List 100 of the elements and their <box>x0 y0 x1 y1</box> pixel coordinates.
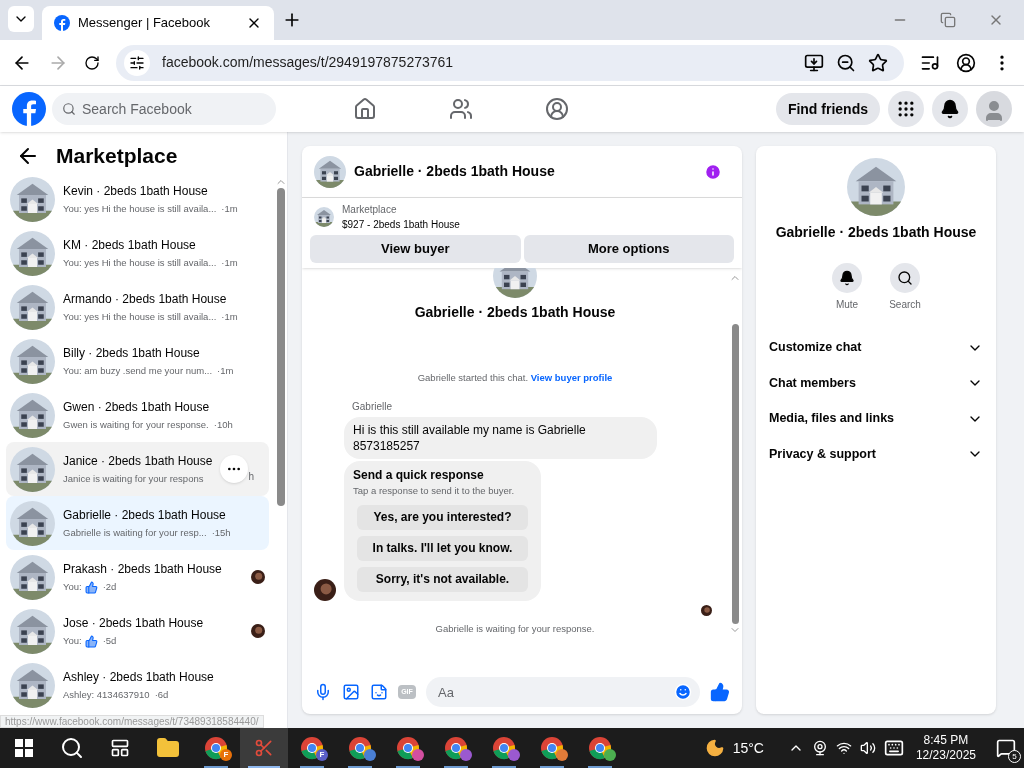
conversation-item[interactable]: Billy · 2beds 1bath House You: am buzy .send me your num... ·1m <box>6 334 269 388</box>
profile-badge: F <box>316 749 328 761</box>
quick-response-button[interactable]: Yes, are you interested? <box>357 504 528 530</box>
friends-icon[interactable] <box>448 97 473 121</box>
conversation-item[interactable]: Prakash · 2beds 1bath House You: ·2d <box>6 550 269 604</box>
conversation-item[interactable]: Gwen · 2beds 1bath House Gwen is waiting for your response. ·10h <box>6 388 269 442</box>
listing-action-button[interactable]: View buyer <box>310 235 521 263</box>
conversation-item[interactable]: Jose · 2beds 1bath House You: ·5d <box>6 604 269 658</box>
quick-response-button[interactable]: In talks. I'll let you know. <box>357 535 528 561</box>
notifications-button[interactable]: 5 <box>988 728 1024 768</box>
task-view-icon <box>110 738 130 758</box>
zoom-icon[interactable] <box>836 52 856 73</box>
weather-text: 15°C <box>732 738 764 758</box>
browser-icon <box>300 736 324 760</box>
message-preview: Ashley: 4134637910 <box>63 687 150 702</box>
conversation-item[interactable]: Ashley · 2beds 1bath House Ashley: 4134637910 ·6d <box>6 658 269 712</box>
camera-icon[interactable] <box>811 740 828 756</box>
quick-response-subtitle: Tap a response to send it to the buyer. <box>353 484 516 499</box>
conversation-item[interactable]: Armando · 2beds 1bath House You: yes Hi the house is still availa... ·1m <box>6 280 269 334</box>
profile-icon[interactable] <box>956 52 976 73</box>
listing-label: Marketplace <box>342 203 398 217</box>
bell-icon <box>940 99 960 119</box>
url-text: facebook.com/messages/t/2949197875273761 <box>162 53 455 72</box>
avatar-icon <box>701 604 712 616</box>
site-settings-button[interactable] <box>124 49 150 76</box>
menu-button[interactable] <box>888 91 924 127</box>
facebook-logo-icon[interactable] <box>54 15 70 31</box>
message-bubble: Hi is this still available my name is Gabrielle 8573185257 <box>344 417 657 460</box>
install-icon[interactable] <box>804 52 824 73</box>
link-preview-tooltip: https://www.facebook.com/messages/t/73489318584440/ <box>0 715 264 728</box>
listing-title: $927 - 2beds 1bath House <box>342 218 460 232</box>
listing-action-button[interactable]: More options <box>523 235 734 263</box>
conversation-name: Gwen · 2beds 1bath House <box>63 398 211 416</box>
address-bar[interactable]: facebook.com/messages/t/2949197875273761 <box>116 44 904 81</box>
details-section[interactable]: Chat members <box>769 365 983 401</box>
notifications-button[interactable] <box>932 91 968 127</box>
message-time: ·1m <box>221 201 238 216</box>
restore-icon[interactable] <box>940 12 956 28</box>
conversation-name: Jose · 2beds 1bath House <box>63 614 204 632</box>
network-icon[interactable] <box>835 740 852 756</box>
reload-icon[interactable] <box>84 54 100 71</box>
search-field[interactable]: Search Facebook <box>52 93 276 125</box>
home-icon[interactable] <box>352 97 377 121</box>
avatar-icon <box>251 570 265 584</box>
chat-title: Gabrielle · 2beds 1bath House <box>354 162 556 181</box>
weather-icon <box>704 738 725 758</box>
details-section[interactable]: Media, files and links <box>769 401 983 437</box>
search-icon <box>60 736 84 760</box>
conversation-name: Billy · 2beds 1bath House <box>63 344 201 362</box>
message-preview: Gwen is waiting for your response. <box>63 417 209 432</box>
sender-name: Gabrielle <box>352 400 394 415</box>
message-preview: You: yes Hi the house is still availa... <box>63 255 217 270</box>
taskbar-app-button[interactable] <box>240 728 288 768</box>
like-icon <box>84 634 98 648</box>
keyboard-icon[interactable] <box>883 738 904 758</box>
message-preview: You: am buzy .send me your num... <box>63 363 213 378</box>
conversation-item[interactable]: KM · 2beds 1bath House You: yes Hi the house is still availa... ·1m <box>6 226 269 280</box>
message-input[interactable]: Aa <box>426 677 700 707</box>
message-preview: Gabrielle is waiting for your resp... <box>63 525 207 540</box>
tab-list-button[interactable] <box>8 6 34 32</box>
groups-icon[interactable] <box>544 97 569 121</box>
contact-name: Gabrielle · 2beds 1bath House <box>775 223 977 242</box>
chat-start-note: Gabrielle started this chat. <box>417 372 529 383</box>
like-icon[interactable] <box>710 682 730 702</box>
search-icon <box>897 270 913 286</box>
message-time: ·5d <box>102 633 117 648</box>
sticker-icon[interactable] <box>370 683 388 701</box>
message-time: ·2d <box>102 579 117 594</box>
taskbar-app-button[interactable]: F <box>288 728 336 768</box>
info-icon[interactable] <box>704 162 722 181</box>
photo-icon[interactable] <box>342 683 360 701</box>
account-button[interactable] <box>976 91 1012 127</box>
quick-response-button[interactable]: Sorry, it's not available. <box>357 566 528 592</box>
volume-icon[interactable] <box>859 740 876 756</box>
bookmark-icon[interactable] <box>868 52 888 73</box>
buyer-profile-link[interactable]: View buyer profile <box>530 372 613 383</box>
grid-icon <box>896 99 916 119</box>
chat-intro-title: Gabrielle · 2beds 1bath House <box>413 303 617 322</box>
conversation-item[interactable]: Janice · 2beds 1bath House Janice is waiting for your respons h <box>6 442 269 496</box>
facebook-logo-icon[interactable] <box>12 92 46 126</box>
clock-time: 8:45 PM <box>923 733 969 748</box>
conversation-name: Ashley · 2beds 1bath House <box>63 668 214 686</box>
conversation-item[interactable]: Kevin · 2beds 1bath House You: yes Hi the house is still availa... ·1m <box>6 172 269 226</box>
message-time: ·1m <box>221 309 238 324</box>
microphone-icon[interactable] <box>314 683 332 701</box>
message-time: ·10h <box>213 417 233 432</box>
notification-count: 5 <box>1008 750 1021 763</box>
conversation-item[interactable]: Gabrielle · 2beds 1bath House Gabrielle is waiting for your resp... ·15h <box>6 496 269 550</box>
avatar-icon <box>251 624 265 638</box>
message-icon <box>996 738 1016 758</box>
browser-icon <box>204 736 228 760</box>
browser-tab[interactable]: Messenger | Facebook <box>42 6 274 40</box>
details-section[interactable]: Customize chat <box>769 330 983 366</box>
waiting-note: Gabrielle is waiting for your response. <box>434 621 596 636</box>
clock-date: 12/23/2025 <box>915 748 976 763</box>
conversation-name: KM · 2beds 1bath House <box>63 236 197 254</box>
quick-response-title: Send a quick response <box>353 467 485 485</box>
find-friends-button[interactable]: Find friends <box>775 93 880 125</box>
details-section[interactable]: Privacy & support <box>769 436 983 472</box>
scissors-icon <box>254 738 274 758</box>
